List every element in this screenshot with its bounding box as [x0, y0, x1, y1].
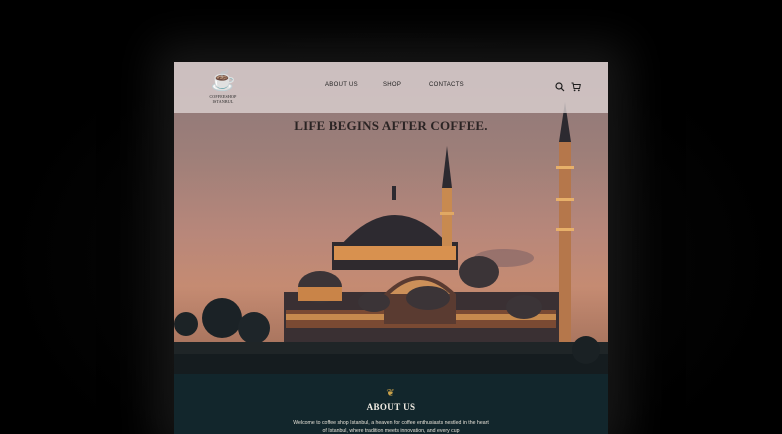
hero-headline: LIFE BEGINS AFTER COFFEE. — [294, 118, 488, 133]
coffee-cup-icon: ☕ — [210, 70, 236, 92]
brand-name: COFFEESHOP ISTANBUL — [209, 94, 237, 104]
about-heading: ABOUT US — [366, 402, 416, 412]
nav-contacts[interactable]: CONTACTS — [429, 82, 464, 88]
cart-icon[interactable] — [571, 82, 581, 92]
about-section: ❦ ABOUT US Welcome to coffee shop Istanb… — [174, 374, 608, 434]
nav-about-us[interactable]: ABOUT US — [325, 82, 358, 88]
website-mockup: LIFE BEGINS AFTER COFFEE. ☕ COFFEESHOP I… — [174, 62, 608, 434]
top-navigation: ☕ COFFEESHOP ISTANBUL ABOUT US SHOP CONT… — [174, 62, 608, 113]
coffee-bean-icon: ❦ — [386, 388, 395, 399]
brand-logo[interactable]: ☕ COFFEESHOP ISTANBUL — [200, 70, 246, 108]
about-text: Welcome to coffee shop Istanbul, a heave… — [293, 420, 489, 434]
search-icon[interactable] — [555, 82, 565, 92]
nav-shop[interactable]: SHOP — [383, 82, 401, 88]
